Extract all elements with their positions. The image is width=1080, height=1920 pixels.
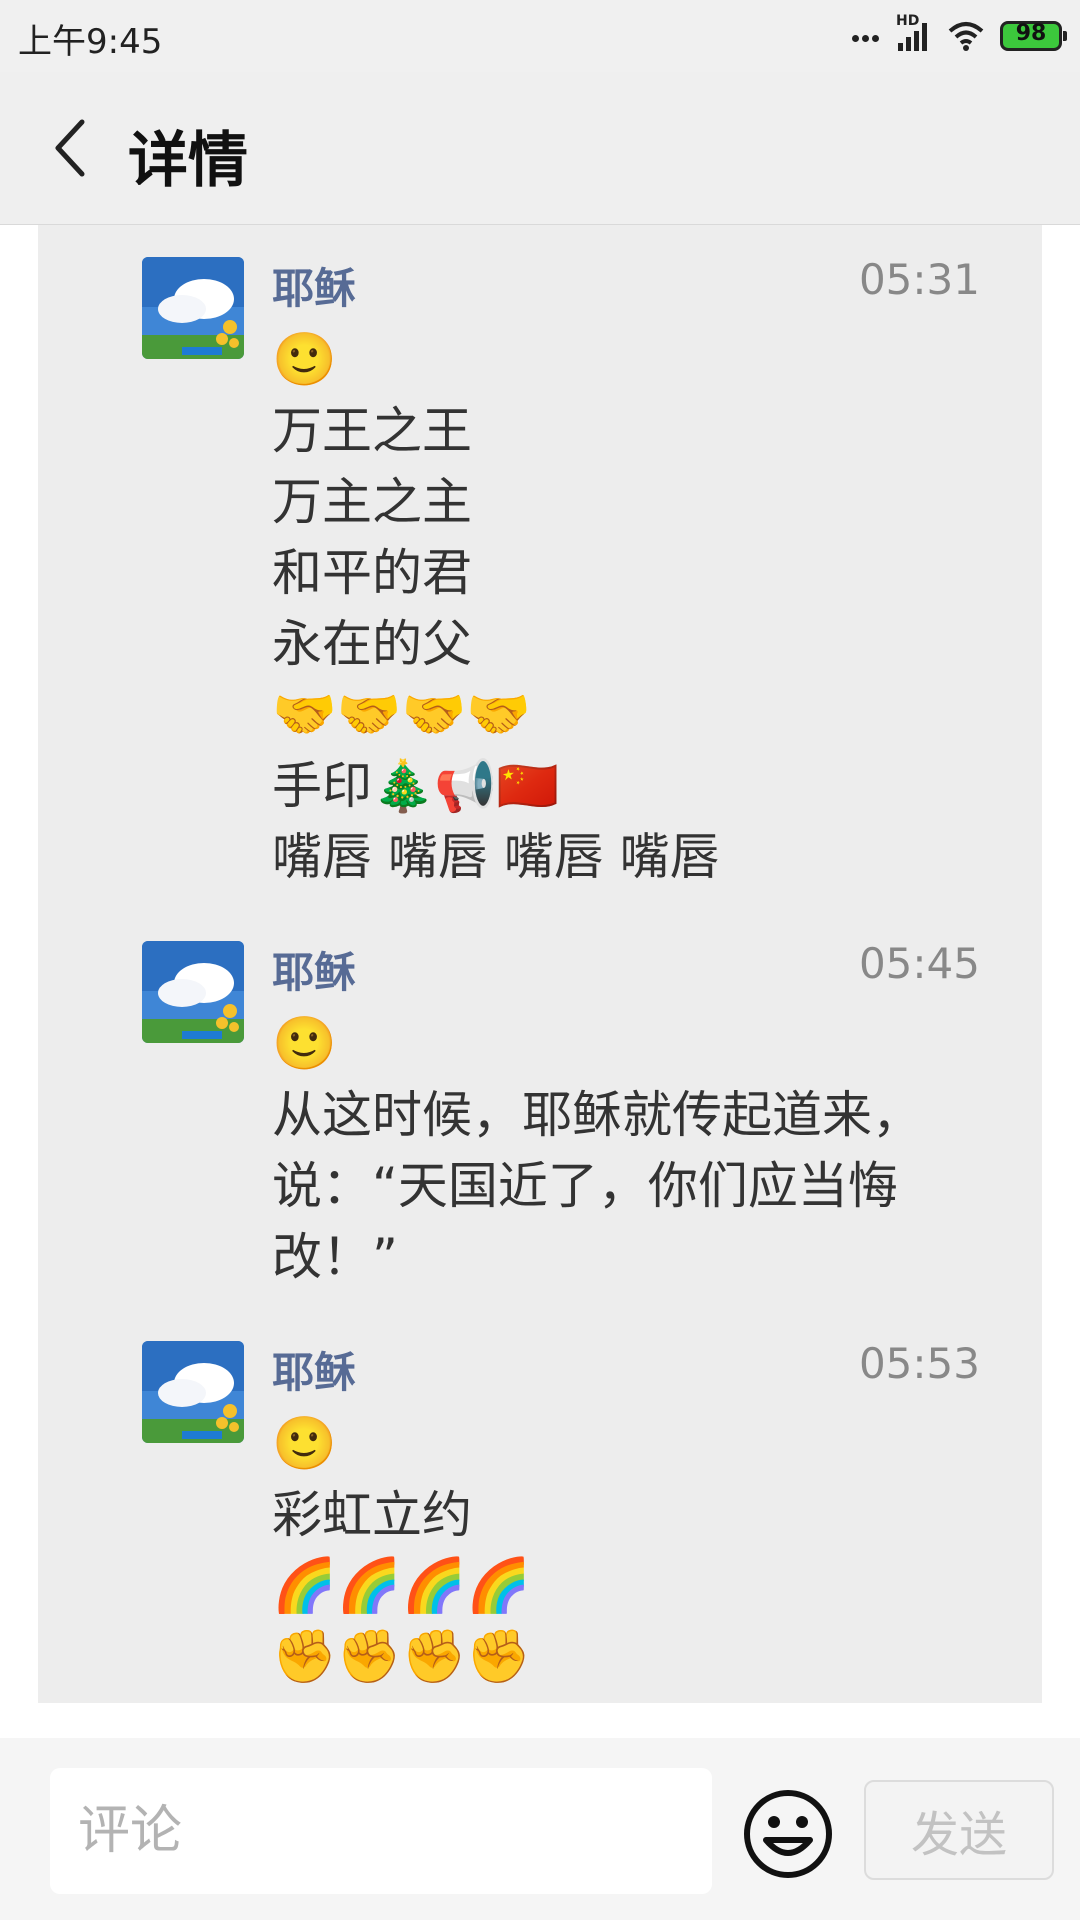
comment-input-bar: 发送 [0, 1738, 1080, 1920]
chevron-left-icon [55, 119, 85, 177]
comment-line: 手印🎄📢🇨🇳 [272, 757, 559, 815]
emoji-button[interactable] [742, 1788, 834, 1880]
comment-line: 🙂 [272, 1414, 337, 1474]
author-name[interactable]: 耶稣 [272, 1339, 356, 1400]
avatar[interactable] [142, 1341, 244, 1443]
comment-line: 从这时候，耶稣就传起道来，说：“天国近了，你们应当悔改！” [272, 1086, 922, 1286]
wifi-icon [946, 19, 986, 53]
comment-line: 🌈🌈🌈🌈 [272, 1556, 531, 1616]
avatar[interactable] [142, 941, 244, 1043]
comment-input[interactable] [50, 1768, 712, 1894]
comment-item: 耶稣 05:45 🙂 从这时候，耶稣就传起道来，说：“天国近了，你们应当悔改！” [38, 909, 1042, 1309]
comment-line: 🙂 [272, 330, 337, 390]
comment-line: 万王之王 [272, 402, 472, 460]
page-title: 详情 [128, 126, 248, 196]
comment-time: 05:45 [858, 939, 980, 988]
comment-line: 永在的父 [272, 615, 472, 673]
comment-line: 🙂 [272, 1014, 337, 1074]
comment-line: 万主之主 [272, 473, 472, 531]
comment-line: 嘴唇 嘴唇 嘴唇 嘴唇 [272, 828, 720, 886]
status-icons: HD 98 [852, 13, 1067, 56]
smiley-face-icon [744, 1790, 832, 1878]
avatar[interactable] [142, 257, 244, 359]
comment-line: ✊✊✊✊ [272, 1627, 531, 1687]
network-label: HD [896, 13, 920, 29]
battery-icon: 98 [1000, 21, 1067, 51]
comment-item: 耶稣 05:31 🙂 万王之王 万主之主 和平的君 永在的父 🤝🤝🤝🤝 手印🎄📢… [38, 225, 1042, 909]
comment-line: 🤝🤝🤝🤝 [272, 685, 531, 745]
comment-text: 🙂 彩虹立约 🌈🌈🌈🌈 ✊✊✊✊ [272, 1409, 992, 1693]
status-bar: 上午9:45 HD 98 [0, 0, 1080, 72]
comment-line: 和平的君 [272, 544, 472, 602]
comment-text: 🙂 万王之王 万主之主 和平的君 永在的父 🤝🤝🤝🤝 手印🎄📢🇨🇳 嘴唇 嘴唇 … [272, 325, 992, 893]
comment-time: 05:31 [858, 255, 980, 304]
battery-level: 98 [1015, 21, 1047, 46]
signal-icon: HD [896, 13, 932, 53]
send-button[interactable]: 发送 [864, 1780, 1054, 1880]
comment-item: 耶稣 05:53 🙂 彩虹立约 🌈🌈🌈🌈 ✊✊✊✊ [38, 1309, 1042, 1703]
author-name[interactable]: 耶稣 [272, 939, 356, 1000]
back-button[interactable] [30, 108, 110, 188]
comment-detail-panel: 耶稣 05:31 🙂 万王之王 万主之主 和平的君 永在的父 🤝🤝🤝🤝 手印🎄📢… [38, 225, 1042, 1703]
more-dots-icon [852, 27, 882, 46]
header-bar: 详情 [0, 72, 1080, 225]
status-time: 上午9:45 [18, 22, 163, 62]
author-name[interactable]: 耶稣 [272, 255, 356, 316]
comment-text: 🙂 从这时候，耶稣就传起道来，说：“天国近了，你们应当悔改！” [272, 1009, 992, 1293]
comment-time: 05:53 [858, 1339, 980, 1388]
comment-line: 彩虹立约 [272, 1486, 472, 1544]
